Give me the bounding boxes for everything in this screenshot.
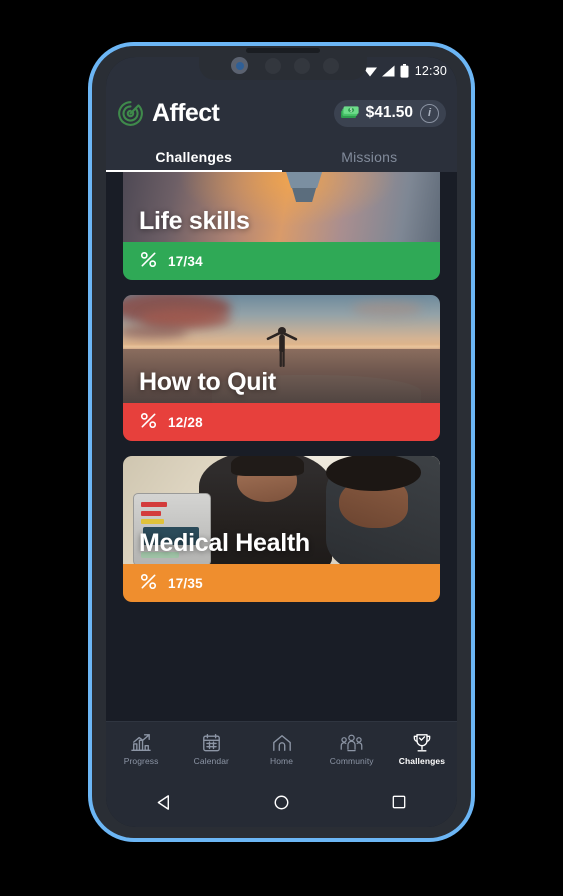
tab-bar: Challenges Missions	[106, 141, 457, 172]
challenge-card-medical-health[interactable]: Medical Health 17/35	[123, 456, 440, 602]
card-progress-value: 12/28	[168, 414, 203, 430]
brand: Affect	[117, 98, 220, 128]
nav-item-calendar[interactable]: Calendar	[176, 733, 246, 766]
nav-label: Progress	[123, 756, 159, 766]
card-image-person-on-rock-sunset: How to Quit	[123, 295, 440, 403]
card-image-nurse-with-patient: Medical Health	[123, 456, 440, 564]
tab-missions-label: Missions	[341, 148, 398, 165]
trophy-check-icon	[413, 734, 431, 752]
affect-spiral-logo	[117, 100, 144, 127]
nav-label: Community	[329, 756, 374, 766]
challenge-card-how-to-quit[interactable]: How to Quit 12/28	[123, 295, 440, 441]
card-progress-value: 17/34	[168, 253, 203, 269]
svg-text:$: $	[349, 107, 352, 113]
percent-icon	[139, 411, 158, 434]
person-arms-raised-icon	[266, 327, 297, 368]
sensor-3	[323, 58, 339, 74]
wallet-badge[interactable]: $ $41.50 i	[333, 99, 446, 127]
card-title: Medical Health	[139, 529, 310, 557]
screenshot-root: 12:30 Affect $ $41.50 i Challenges Missi…	[0, 0, 563, 896]
nav-label: Home	[269, 756, 294, 766]
money-stack-icon: $	[340, 105, 359, 122]
card-image-lightbulb-sunset: Life skills	[123, 172, 440, 242]
wallet-amount: $41.50	[365, 104, 413, 121]
card-progress-bar: 17/35	[123, 564, 440, 602]
nav-item-community[interactable]: Community	[317, 733, 387, 766]
lightbulb-illustration	[285, 172, 322, 202]
card-progress-bar: 12/28	[123, 403, 440, 441]
tab-missions[interactable]: Missions	[282, 141, 458, 172]
square-icon	[392, 795, 405, 809]
nav-item-challenges[interactable]: Challenges	[387, 733, 457, 766]
calendar-icon	[202, 733, 220, 752]
nav-label: Challenges	[398, 756, 446, 766]
signal-icon	[381, 65, 395, 77]
circle-icon	[274, 795, 289, 809]
tab-challenges-label: Challenges	[155, 148, 233, 165]
brand-name: Affect	[152, 98, 220, 127]
nav-item-home[interactable]: Home	[246, 733, 316, 766]
home-icon	[272, 735, 291, 751]
card-progress-bar: 17/34	[123, 242, 440, 280]
recents-button[interactable]	[376, 785, 422, 819]
earpiece-speaker	[246, 48, 320, 53]
card-title: Life skills	[139, 207, 250, 235]
chart-growth-icon	[131, 734, 151, 751]
challenge-list[interactable]: Life skills 17/34 How to Quit 12/28 Medi…	[106, 172, 457, 737]
status-time: 12:30	[414, 64, 447, 78]
card-title: How to Quit	[139, 368, 276, 396]
sensor-1	[265, 58, 281, 74]
app-header: Affect $ $41.50 i	[106, 85, 457, 141]
bottom-navigation: Progress Calendar Home Community Challen…	[106, 721, 457, 777]
android-system-nav	[106, 777, 457, 827]
percent-icon	[139, 572, 158, 595]
back-button[interactable]	[142, 785, 188, 819]
people-group-icon	[340, 734, 363, 752]
info-icon[interactable]: i	[420, 103, 439, 123]
challenge-card-life-skills[interactable]: Life skills 17/34	[123, 172, 440, 280]
triangle-left-icon	[157, 794, 169, 810]
nav-item-progress[interactable]: Progress	[106, 733, 176, 766]
nav-label: Calendar	[193, 756, 229, 766]
sensor-2	[294, 58, 310, 74]
battery-icon	[400, 64, 409, 78]
front-camera	[231, 57, 248, 74]
home-button[interactable]	[259, 785, 305, 819]
percent-icon	[139, 250, 158, 273]
phone-screen: 12:30 Affect $ $41.50 i Challenges Missi…	[106, 57, 457, 827]
card-progress-value: 17/35	[168, 575, 203, 591]
tab-challenges[interactable]: Challenges	[106, 141, 282, 172]
